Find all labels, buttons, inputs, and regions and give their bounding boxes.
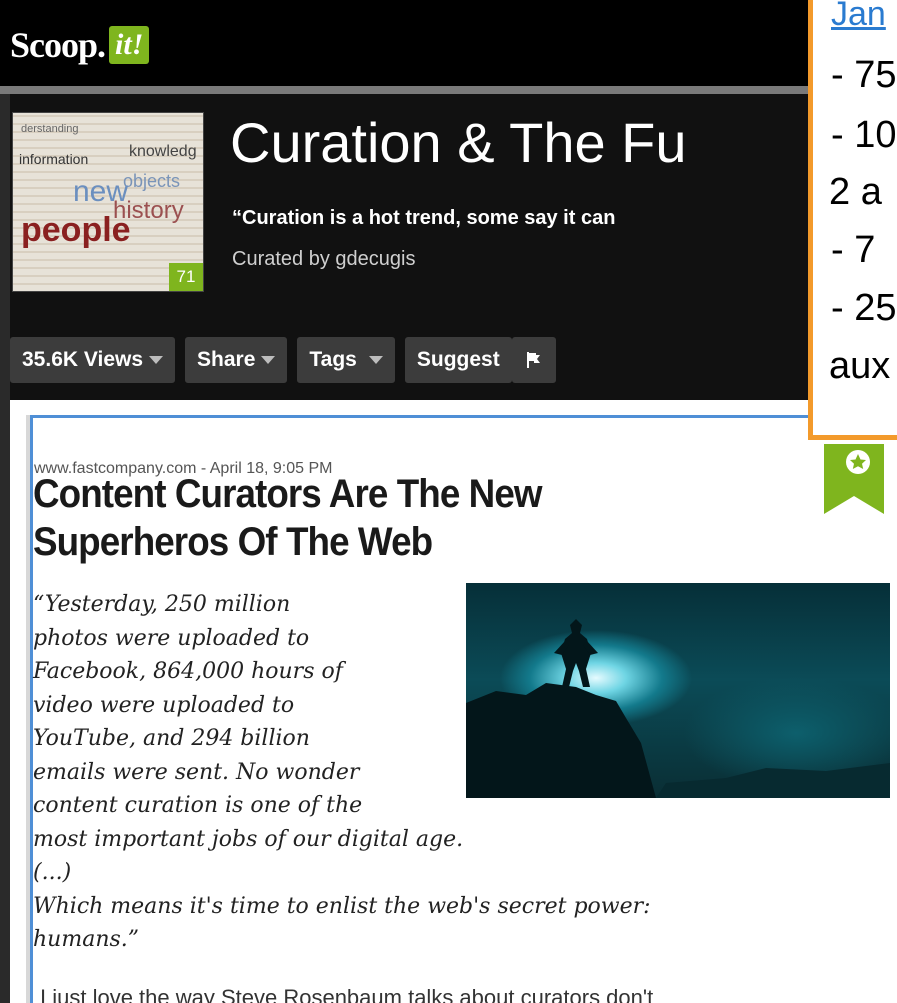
overlay-line: - 7 (831, 229, 876, 271)
overlay-line: - 25 (831, 287, 897, 329)
quote-line: humans.” (33, 927, 140, 952)
quote-line: content curation is one of the (33, 793, 363, 818)
thumb-word: information (19, 151, 89, 167)
thumb-word: objects (123, 171, 181, 191)
quote-line: photos were uploaded to (33, 625, 310, 651)
star-ribbon-icon[interactable] (824, 444, 884, 514)
post-body-cutoff: I just love the way Steve Rosenbaum talk… (40, 985, 654, 1003)
overlay-line: 2 a (829, 171, 882, 213)
quote-line: Facebook, 864,000 hours of (33, 659, 343, 684)
quote-line: Which means it's time to enlist the web'… (33, 893, 651, 919)
top-navbar: Scoop. it! (0, 0, 897, 86)
report-button[interactable] (511, 337, 556, 383)
share-button[interactable]: Share (185, 337, 288, 383)
quote-line: emails were sent. No wonder (33, 759, 360, 785)
overlay-line: aux (829, 345, 891, 387)
suggest-label: Suggest (416, 348, 500, 371)
curated-by[interactable]: Curated by gdecugis (232, 248, 415, 271)
navbar-divider (0, 86, 897, 94)
quote-line: most important jobs of our digital age. (33, 826, 464, 852)
annotation-overlay: Jan - 75 - 10 2 a - 7 - 25 aux (808, 0, 897, 440)
chevron-down-icon (261, 356, 276, 364)
chevron-down-icon (368, 356, 383, 364)
thumbnail-count-badge: 71 (169, 263, 203, 291)
screenshot-frame: Scoop. it! derstanding information knowl… (0, 0, 897, 1003)
thumb-word: knowledg (129, 143, 197, 160)
share-label: Share (197, 348, 256, 371)
views-label: 35.6K Views (22, 348, 144, 371)
topic-title[interactable]: Curation & The Fu (230, 110, 687, 175)
thumb-word: people (21, 211, 131, 249)
post-quote: “Yesterday, 250 million photos were uplo… (33, 588, 833, 957)
chevron-down-icon (149, 356, 164, 364)
quote-line: “Yesterday, 250 million (33, 592, 291, 617)
quote-line: (...) (33, 860, 72, 885)
logo-badge: it! (109, 26, 150, 64)
scoopit-logo[interactable]: Scoop. it! (10, 24, 150, 66)
views-button[interactable]: 35.6K Views (10, 337, 176, 383)
quote-line: YouTube, and 294 billion (33, 726, 310, 751)
overlay-line: - 10 (831, 114, 897, 156)
flag-icon (526, 352, 540, 368)
left-border (0, 94, 10, 1003)
topic-thumbnail[interactable]: derstanding information knowledg objects… (12, 112, 204, 292)
suggest-button[interactable]: Suggest (404, 337, 512, 383)
tags-label: Tags (309, 348, 357, 371)
overlay-link[interactable]: Jan (831, 0, 886, 34)
thumb-word: derstanding (21, 123, 79, 135)
quote-line: video were uploaded to (33, 692, 295, 718)
logo-text: Scoop. (10, 25, 106, 65)
topic-toolbar: 35.6K Views Share Tags Suggest (10, 337, 556, 383)
topic-tagline: “Curation is a hot trend, some say it ca… (232, 207, 616, 229)
overlay-line: - 75 (831, 54, 897, 96)
tags-button[interactable]: Tags (297, 337, 395, 383)
post-title[interactable]: Content Curators Are The New Superheros … (33, 470, 622, 566)
